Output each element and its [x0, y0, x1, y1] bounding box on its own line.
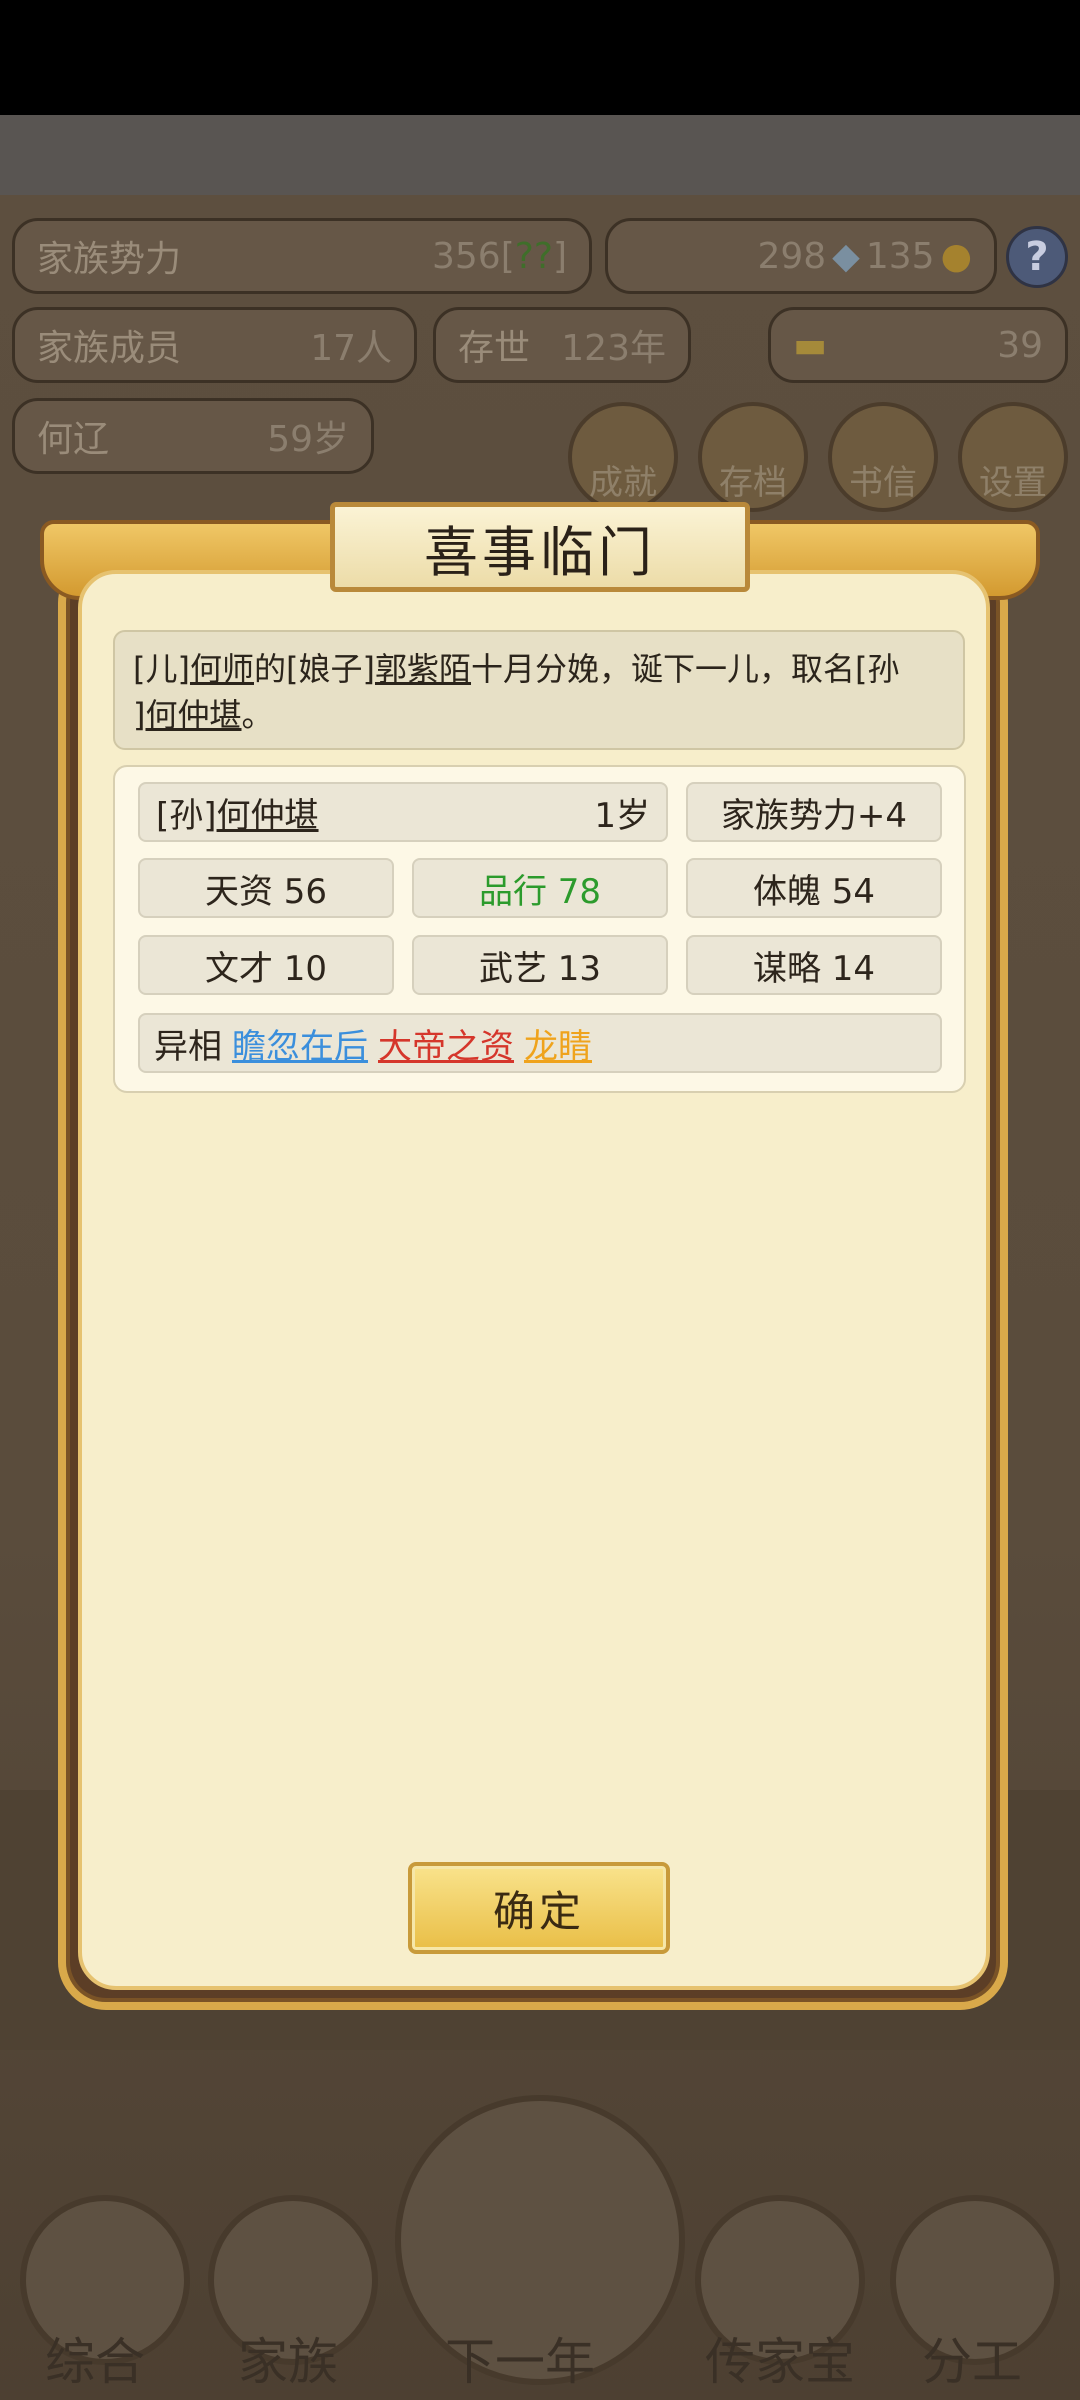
coin-icon: ● [940, 235, 972, 277]
attr-physique: 体魄 54 [686, 858, 942, 918]
alive-label: 存世 [458, 328, 531, 369]
settings-icon[interactable]: 设置 [958, 402, 1068, 512]
nav-heirloom-label: 传家宝 [705, 2333, 855, 2391]
gold-pill: ▬ 39 [768, 307, 1068, 383]
relation-tag: [儿] [133, 650, 190, 688]
family-power-value: 356 [431, 235, 501, 277]
currency-pill: 298 ◆ 135 ● [605, 218, 997, 294]
nav-overview-label: 综合 [45, 2333, 145, 2391]
child-tag: [孙] [156, 795, 217, 836]
letters-label: 书信 [849, 463, 917, 503]
silver-icon: ◆ [832, 235, 860, 277]
nav-assign-label: 分工 [922, 2333, 1022, 2391]
achievements-label: 成就 [589, 463, 657, 503]
person-age: 59岁 [267, 419, 349, 460]
family-power-pill: 家族势力 356[??] [12, 218, 592, 294]
family-members-pill: 家族成员 17人 [12, 307, 417, 383]
traits-row: 异相 瞻忽在后 大帝之资 龙睛 [138, 1013, 942, 1073]
save-label: 存档 [719, 463, 787, 503]
relation-tag: ] [133, 696, 146, 734]
currency-b-value: 135 [865, 235, 935, 277]
rank-bracket-close: ] [552, 235, 567, 277]
child-name-link[interactable]: 何仲堪 [145, 696, 241, 734]
currency-a-value: 298 [757, 235, 827, 277]
trait-link[interactable]: 龙睛 [524, 1019, 592, 1068]
relation-tag: [娘子] [286, 650, 375, 688]
attr-talent: 天资 56 [138, 858, 394, 918]
rank-text: ?? [514, 235, 553, 277]
letters-icon[interactable]: 书信 [828, 402, 938, 512]
gold-ingot-icon: ▬ [793, 324, 828, 366]
achievements-icon[interactable]: 成就 [568, 402, 678, 512]
status-bar [0, 0, 1080, 115]
family-members-label: 家族成员 [37, 328, 182, 369]
attr-martial: 武艺 13 [412, 935, 668, 995]
alive-years-pill: 存世 123年 [433, 307, 691, 383]
child-name-row: [孙]何仲堪 1岁 [138, 782, 668, 842]
message-text: 。 [241, 696, 274, 734]
family-power-label: 家族势力 [37, 239, 182, 280]
alive-value: 123年 [561, 328, 666, 369]
attr-morality: 品行 78 [412, 858, 668, 918]
power-bonus: 家族势力+4 [686, 782, 942, 842]
message-text: 十月分娩，诞下一儿，取名 [471, 650, 856, 688]
person-name: 何辽 [37, 419, 110, 460]
trait-link[interactable]: 瞻忽在后 [232, 1019, 368, 1068]
save-icon[interactable]: 存档 [698, 402, 808, 512]
confirm-button[interactable]: 确定 [408, 1862, 670, 1954]
attr-strategy: 谋略 14 [686, 935, 942, 995]
attr-literature: 文才 10 [138, 935, 394, 995]
help-icon[interactable]: ? [1006, 226, 1068, 288]
gold-value: 39 [997, 324, 1043, 366]
rank-bracket-open: [ [500, 235, 515, 277]
app-top-bar [0, 115, 1080, 195]
family-members-value: 17人 [310, 328, 392, 369]
child-name[interactable]: 何仲堪 [217, 796, 319, 836]
nav-family-label: 家族 [238, 2333, 338, 2391]
event-message: [儿]何师的[娘子]郭紫陌十月分娩，诞下一儿，取名[孙]何仲堪。 [113, 630, 965, 750]
trait-link[interactable]: 大帝之资 [378, 1019, 514, 1068]
message-text: 的 [254, 650, 287, 688]
nav-next-year-label: 下一年 [445, 2333, 595, 2391]
dialog-title: 喜事临门 [330, 502, 750, 592]
person-pill[interactable]: 何辽 59岁 [12, 398, 374, 474]
child-age: 1岁 [594, 795, 650, 836]
mother-name-link[interactable]: 郭紫陌 [375, 650, 471, 688]
father-name-link[interactable]: 何师 [190, 650, 254, 688]
settings-label: 设置 [979, 463, 1047, 503]
relation-tag: [孙 [855, 650, 900, 688]
traits-label: 异相 [154, 1026, 222, 1067]
